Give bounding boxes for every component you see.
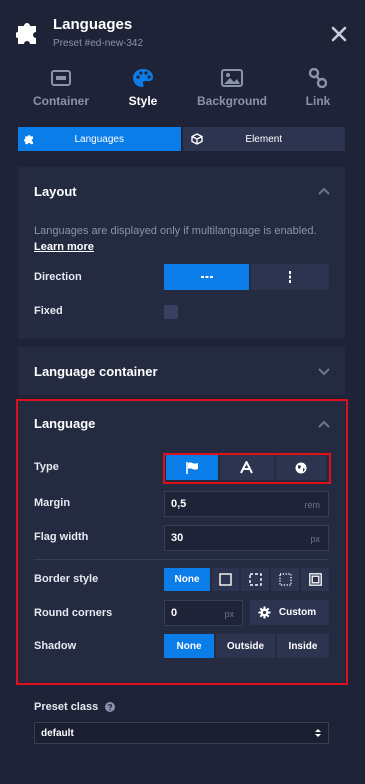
tab-label: Container bbox=[32, 94, 89, 108]
type-toggle-highlight bbox=[163, 453, 331, 484]
tab-link[interactable]: Link bbox=[295, 62, 341, 118]
chevron-up-icon[interactable] bbox=[317, 184, 331, 198]
direction-label: Direction bbox=[34, 271, 82, 283]
subtab-label: Element bbox=[245, 133, 283, 145]
tab-label: Background bbox=[196, 94, 267, 108]
select-arrows-icon bbox=[315, 729, 321, 737]
panel-title: Languages bbox=[53, 16, 133, 33]
puzzle-icon bbox=[24, 135, 33, 145]
direction-horizontal-button[interactable] bbox=[164, 264, 249, 290]
fixed-checkbox[interactable] bbox=[164, 305, 178, 319]
close-icon[interactable] bbox=[330, 25, 348, 43]
panel-title: Layout bbox=[34, 184, 77, 199]
main-tabs: Container Style Background Link bbox=[0, 62, 365, 118]
multilanguage-note: Languages are displayed only if multilan… bbox=[34, 225, 317, 237]
direction-vertical-button[interactable] bbox=[251, 264, 329, 290]
container-icon bbox=[51, 70, 71, 86]
puzzle-icon bbox=[16, 23, 36, 44]
preset-class-select[interactable]: default bbox=[34, 722, 329, 744]
language-container-panel-header[interactable]: Language container bbox=[18, 347, 345, 395]
preset-id: Preset #ed-new-342 bbox=[53, 38, 144, 49]
chevron-down-icon[interactable] bbox=[317, 364, 331, 378]
tab-label: Link bbox=[305, 94, 331, 108]
preset-class-value: default bbox=[41, 728, 74, 739]
layout-panel: Layout Languages are displayed only if m… bbox=[18, 167, 345, 339]
tab-container[interactable]: Container bbox=[20, 62, 102, 118]
direction-toggle bbox=[164, 264, 329, 290]
cube-icon bbox=[190, 133, 203, 145]
horizontal-dots-icon bbox=[200, 276, 213, 278]
subtab-switch: Languages Element bbox=[18, 127, 345, 151]
layout-panel-header[interactable]: Layout bbox=[18, 167, 345, 215]
vertical-dots-icon bbox=[289, 271, 291, 283]
tab-background[interactable]: Background bbox=[190, 62, 274, 118]
preset-class-label: Preset class bbox=[34, 701, 116, 713]
subtab-element[interactable]: Element bbox=[182, 127, 345, 151]
panel-title: Language container bbox=[34, 364, 158, 379]
tab-label: Style bbox=[128, 94, 158, 108]
fixed-label: Fixed bbox=[34, 305, 63, 317]
panel-header: Languages Preset #ed-new-342 bbox=[0, 0, 365, 62]
image-icon bbox=[221, 69, 243, 87]
tab-style[interactable]: Style bbox=[108, 62, 178, 118]
language-container-panel: Language container bbox=[18, 347, 345, 395]
preset-class-text: Preset class bbox=[34, 701, 99, 713]
help-icon[interactable] bbox=[105, 702, 116, 712]
link-icon bbox=[308, 68, 328, 88]
subtab-languages[interactable]: Languages bbox=[18, 127, 181, 151]
language-panel-highlight bbox=[16, 399, 348, 685]
learn-more-link[interactable]: Learn more bbox=[34, 241, 94, 253]
palette-icon bbox=[133, 69, 153, 87]
subtab-label: Languages bbox=[74, 133, 125, 145]
